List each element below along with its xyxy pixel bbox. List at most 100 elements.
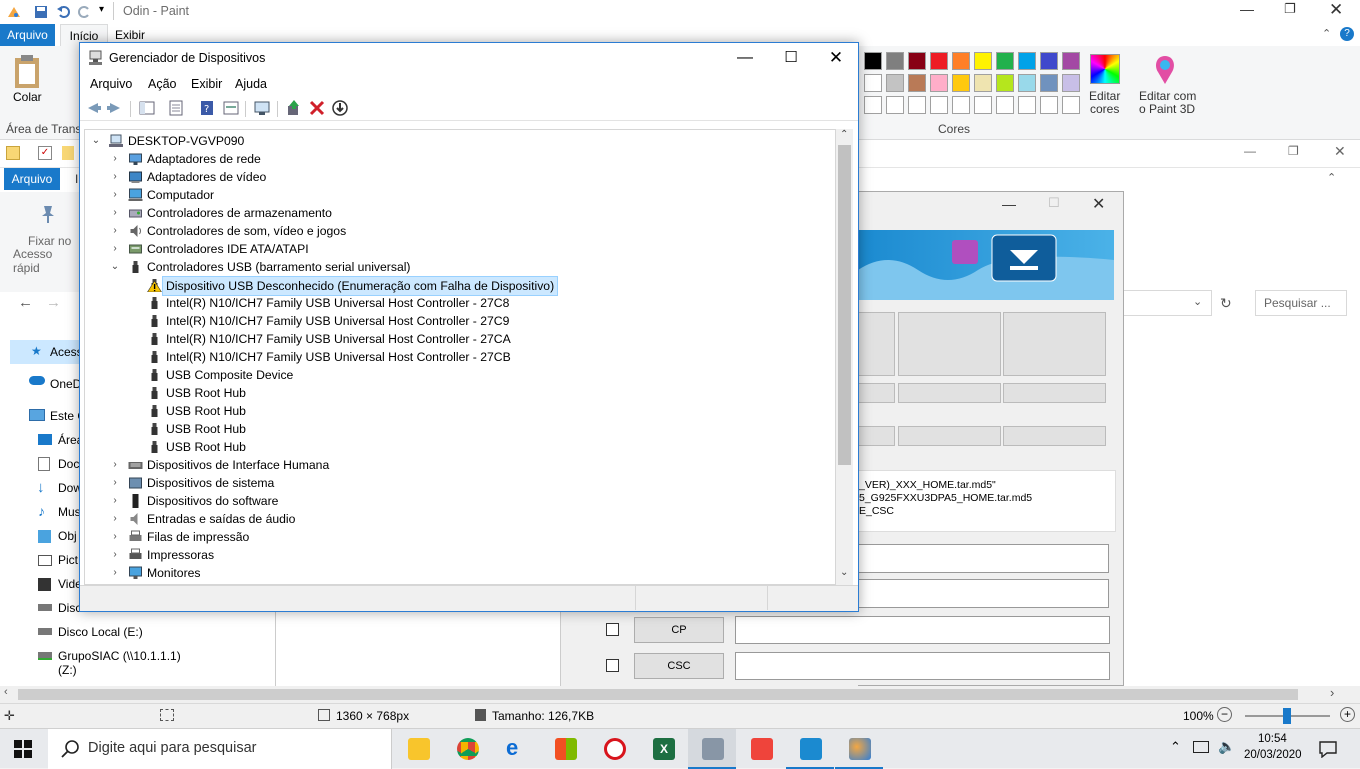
chevron-right-icon[interactable]: ›: [110, 492, 120, 510]
chevron-right-icon[interactable]: ›: [110, 186, 120, 204]
chevron-right-icon[interactable]: ›: [110, 546, 120, 564]
tree-category-row[interactable]: ⌄ Controladores USB (barramento serial un…: [85, 258, 825, 276]
paint3d-icon[interactable]: [1152, 54, 1178, 86]
notification-icon[interactable]: [1319, 740, 1337, 758]
tree-category-row[interactable]: › Controladores de armazenamento: [85, 204, 825, 222]
scroll-up-icon[interactable]: ⌃: [840, 129, 848, 140]
paint-tab-view[interactable]: Exibir: [115, 28, 145, 42]
nav-item-documents[interactable]: Doc: [58, 457, 79, 471]
color-swatch[interactable]: [930, 74, 948, 92]
windows-start-icon[interactable]: [14, 740, 32, 758]
tree-category-row[interactable]: › Computador: [85, 186, 825, 204]
paint-maximize-button[interactable]: ❐: [1284, 1, 1296, 17]
color-swatch[interactable]: [1018, 74, 1036, 92]
tree-category-row[interactable]: › Dispositivos do software: [85, 492, 825, 510]
dm-menu-action[interactable]: Ação: [148, 77, 177, 91]
edit-colors-button[interactable]: Editar cores: [1089, 90, 1120, 116]
tree-device-row[interactable]: Intel(R) N10/ICH7 Family USB Universal H…: [85, 330, 825, 348]
tree-category-row[interactable]: › Adaptadores de vídeo: [85, 168, 825, 186]
nav-item-3d-objects[interactable]: Obj: [58, 529, 77, 543]
odin-bl-field[interactable]: [858, 579, 1109, 608]
zoom-in-button[interactable]: +: [1340, 707, 1355, 722]
odin-maximize-button[interactable]: ☐: [1048, 195, 1060, 211]
color-swatch[interactable]: [1062, 52, 1080, 70]
paint-minimize-button[interactable]: —: [1240, 1, 1254, 17]
tree-device-row[interactable]: USB Root Hub: [85, 402, 825, 420]
color-swatch[interactable]: [1040, 52, 1058, 70]
chevron-right-icon[interactable]: ›: [110, 510, 120, 528]
color-swatch[interactable]: [864, 96, 882, 114]
color-swatch[interactable]: [996, 96, 1014, 114]
save-icon[interactable]: [34, 5, 48, 19]
taskbar-time[interactable]: 10:54: [1258, 733, 1287, 745]
tree-category-row[interactable]: › Monitores: [85, 564, 825, 582]
device-tree[interactable]: ⌄ DESKTOP-VGVP090 › Adaptadores de rede › A…: [84, 129, 836, 585]
cp-path-field[interactable]: [735, 616, 1110, 644]
dm-maximize-button[interactable]: ☐: [768, 43, 814, 73]
taskbar-app-red[interactable]: [590, 729, 638, 769]
taskbar-date[interactable]: 20/03/2020: [1244, 749, 1302, 761]
taskbar-excel[interactable]: X: [639, 729, 687, 769]
paint-close-button[interactable]: ✕: [1329, 0, 1343, 20]
color-swatch[interactable]: [864, 52, 882, 70]
new-folder-icon[interactable]: [62, 146, 74, 160]
properties-icon[interactable]: ✓: [38, 146, 52, 160]
tree-device-row[interactable]: USB Root Hub: [85, 438, 825, 456]
color-swatch[interactable]: [952, 96, 970, 114]
dm-close-button[interactable]: ✕: [813, 43, 859, 73]
ribbon-collapse-icon[interactable]: ⌃: [1322, 27, 1331, 40]
chevron-right-icon[interactable]: ›: [110, 222, 120, 240]
nav-item-music[interactable]: Mus: [58, 505, 81, 519]
tree-device-row-selected[interactable]: Dispositivo USB Desconhecido (Enumeração…: [85, 276, 825, 296]
tray-overflow-icon[interactable]: ⌃: [1170, 739, 1181, 755]
color-swatch[interactable]: [908, 74, 926, 92]
zoom-out-button[interactable]: −: [1217, 707, 1232, 722]
color-swatch[interactable]: [974, 52, 992, 70]
properties-sheet-icon[interactable]: [167, 99, 185, 117]
tree-category-row[interactable]: › Dispositivos de Interface Humana: [85, 456, 825, 474]
nav-item-local-disk-e[interactable]: Disco Local (E:): [58, 625, 143, 639]
tree-device-row[interactable]: USB Root Hub: [85, 384, 825, 402]
back-arrow-icon[interactable]: [84, 99, 102, 117]
explorer-maximize-button[interactable]: ❐: [1288, 144, 1299, 158]
tree-root-row[interactable]: ⌄ DESKTOP-VGVP090: [85, 132, 825, 150]
dm-menu-view[interactable]: Exibir: [191, 77, 222, 91]
color-swatch[interactable]: [908, 52, 926, 70]
color-swatch[interactable]: [886, 52, 904, 70]
scroll-thumb[interactable]: [18, 689, 1298, 700]
chevron-right-icon[interactable]: ›: [110, 204, 120, 222]
taskbar-edge[interactable]: e: [492, 729, 540, 769]
network-icon[interactable]: [1193, 741, 1209, 753]
color-swatch[interactable]: [974, 74, 992, 92]
chevron-down-icon[interactable]: ⌄: [91, 132, 101, 150]
cp-checkbox[interactable]: [606, 623, 619, 636]
tree-device-row[interactable]: USB Root Hub: [85, 420, 825, 438]
color-swatch[interactable]: [908, 96, 926, 114]
color-swatch[interactable]: [864, 74, 882, 92]
color-swatch[interactable]: [1018, 96, 1036, 114]
chevron-right-icon[interactable]: ›: [110, 168, 120, 186]
explorer-address-bar[interactable]: ⌄: [1122, 290, 1212, 316]
refresh-icon[interactable]: ↻: [1220, 295, 1232, 312]
tree-category-row[interactable]: › Controladores de som, vídeo e jogos: [85, 222, 825, 240]
edit-colors-icon[interactable]: [1090, 54, 1120, 84]
dm-minimize-button[interactable]: —: [722, 43, 768, 73]
chevron-right-icon[interactable]: ›: [110, 474, 120, 492]
color-swatch[interactable]: [1062, 96, 1080, 114]
details-view-icon[interactable]: [222, 99, 240, 117]
explorer-forward-icon[interactable]: →: [46, 294, 61, 311]
chevron-right-icon[interactable]: ›: [110, 456, 120, 474]
odin-minimize-button[interactable]: —: [1002, 196, 1016, 212]
taskbar-odin[interactable]: [786, 729, 834, 769]
explorer-minimize-button[interactable]: —: [1244, 144, 1256, 158]
explorer-ribbon-collapse-icon[interactable]: ⌃: [1327, 171, 1336, 184]
chevron-right-icon[interactable]: ›: [110, 240, 120, 258]
nav-item-pictures[interactable]: Pict: [58, 553, 78, 567]
tree-device-row[interactable]: Intel(R) N10/ICH7 Family USB Universal H…: [85, 348, 825, 366]
scroll-down-icon[interactable]: ⌄: [840, 567, 848, 578]
dm-vertical-scrollbar[interactable]: ⌃ ⌄: [836, 129, 853, 585]
quick-access-dropdown-icon[interactable]: ▾: [99, 4, 104, 15]
explorer-tab-file[interactable]: Arquivo: [4, 168, 60, 190]
csc-checkbox[interactable]: [606, 659, 619, 672]
explorer-tab-partial[interactable]: I: [75, 172, 78, 186]
